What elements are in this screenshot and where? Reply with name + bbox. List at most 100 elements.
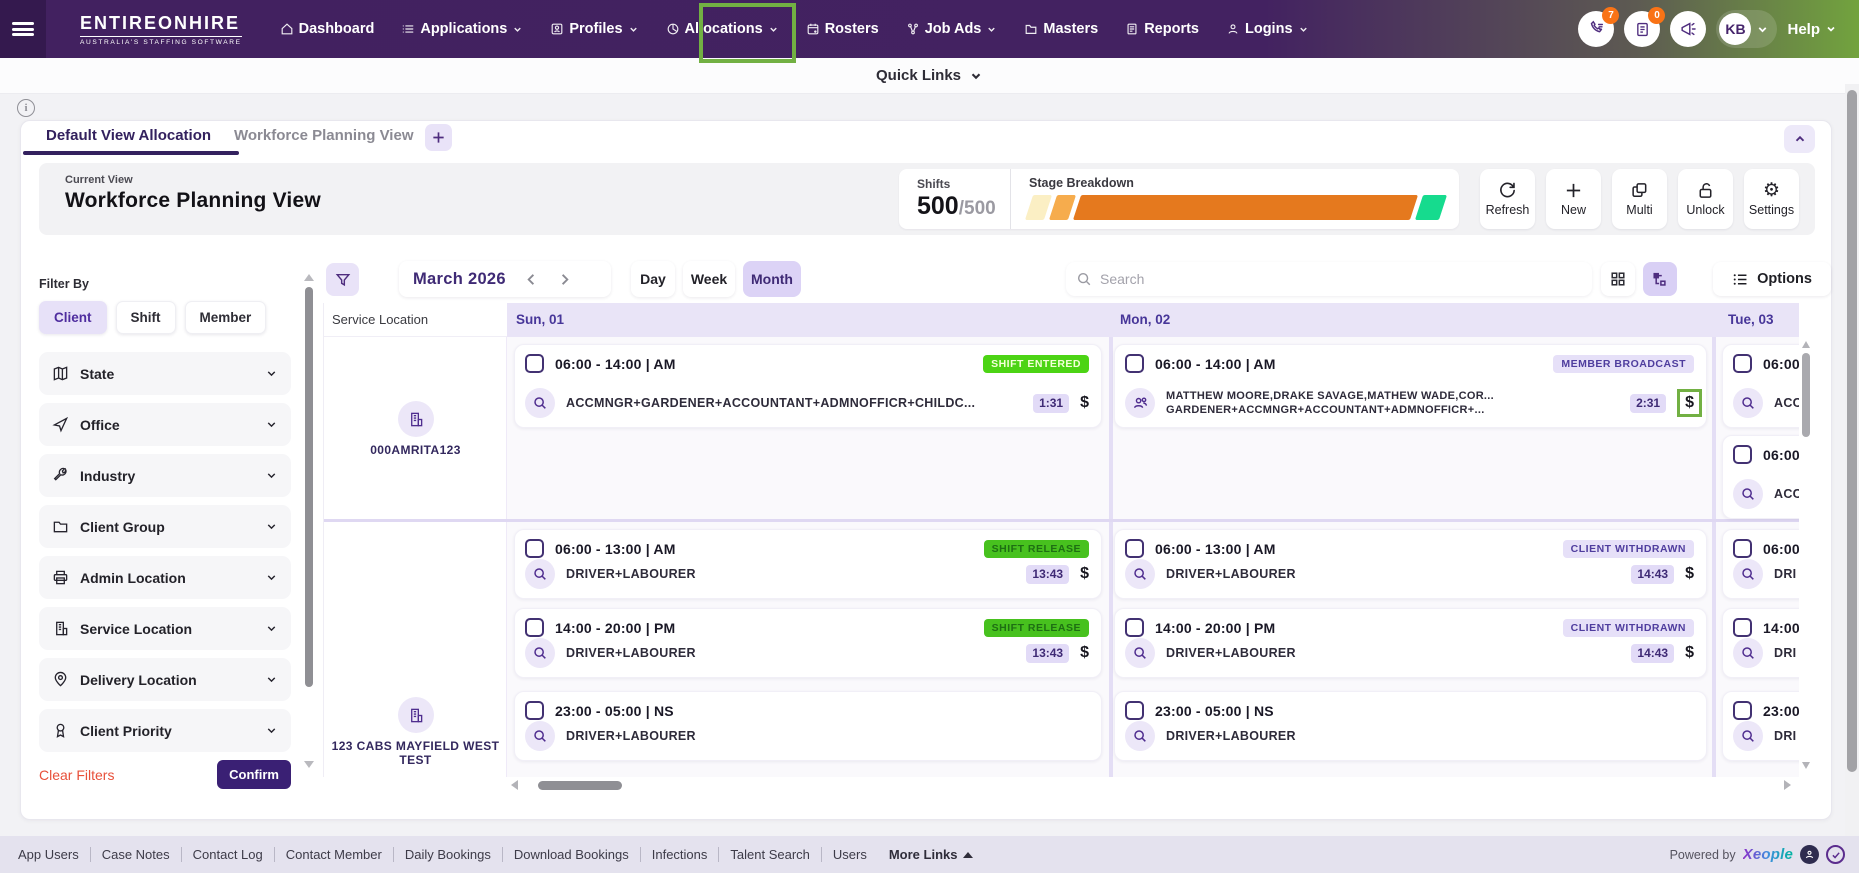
people-icon[interactable]	[1125, 388, 1155, 418]
tab-default-view-allocation[interactable]: Default View Allocation	[46, 127, 211, 144]
shift-checkbox[interactable]	[1733, 618, 1752, 637]
footer-link-users[interactable]: Users	[822, 847, 878, 862]
stage-segment-4[interactable]	[1415, 195, 1447, 220]
collapse-panel-button[interactable]	[1784, 125, 1815, 153]
shift-checkbox[interactable]	[1733, 701, 1752, 720]
shift-card[interactable]: 06:00 - 13:00 | AM CLIENT WITHDRAWN DRIV…	[1114, 529, 1707, 599]
search-input[interactable]	[1100, 271, 1582, 287]
multi-button[interactable]: Multi	[1612, 169, 1667, 229]
grid-vertical-scrollbar[interactable]	[1801, 341, 1812, 769]
sidebar-scrollbar-thumb[interactable]	[305, 287, 313, 687]
add-tab-button[interactable]	[425, 124, 452, 151]
footer-link-case-notes[interactable]: Case Notes	[91, 847, 182, 862]
search-icon[interactable]	[1733, 638, 1763, 668]
page-scrollbar[interactable]	[1845, 84, 1859, 873]
announcements-button[interactable]	[1670, 11, 1706, 47]
service-location-name[interactable]: 123 CABS MAYFIELD WEST TEST	[324, 739, 507, 767]
search-icon[interactable]	[1733, 559, 1763, 589]
shift-checkbox[interactable]	[1125, 618, 1144, 637]
search-icon[interactable]	[1733, 721, 1763, 751]
shift-checkbox[interactable]	[1733, 354, 1752, 373]
day-header-tue[interactable]: Tue, 03	[1728, 312, 1774, 327]
filter-industry[interactable]: Industry	[39, 454, 291, 497]
month-view-button[interactable]: Month	[743, 261, 801, 297]
shift-card[interactable]: 23:00 - 05:00 | NS DRIVER+LABOURER	[1114, 691, 1707, 761]
service-location-row[interactable]: 000AMRITA123	[324, 401, 507, 457]
clear-filters-link[interactable]: Clear Filters	[39, 767, 114, 783]
filter-admin-location[interactable]: Admin Location	[39, 556, 291, 599]
document-notifications-button[interactable]: 0	[1624, 11, 1660, 47]
info-icon[interactable]: i	[17, 99, 35, 117]
shift-checkbox[interactable]	[1125, 701, 1144, 720]
shift-card[interactable]: 06:00 - 13:00 | AM SHIFT RELEASE DRIVER+…	[514, 529, 1102, 599]
shift-checkbox[interactable]	[525, 354, 544, 373]
footer-person-icon[interactable]	[1800, 845, 1819, 864]
shift-checkbox[interactable]	[1733, 445, 1752, 464]
shift-card[interactable]: 06:00 DRI	[1722, 529, 1799, 599]
nav-applications[interactable]: Applications	[401, 21, 523, 37]
stage-segment-3[interactable]	[1073, 195, 1418, 220]
service-location-row[interactable]: 123 CABS MAYFIELD WEST TEST	[324, 697, 507, 767]
user-menu[interactable]: KB	[1716, 10, 1777, 48]
prev-month-button[interactable]	[524, 272, 539, 287]
chip-client[interactable]: Client	[39, 301, 107, 334]
search-icon[interactable]	[1125, 721, 1155, 751]
timeline-view-button[interactable]	[1643, 262, 1677, 296]
nav-profiles[interactable]: Profiles	[550, 21, 638, 37]
shift-card[interactable]: 06:00 ACC	[1722, 344, 1799, 428]
footer-link-talent-search[interactable]: Talent Search	[719, 847, 822, 862]
hamburger-menu-icon[interactable]	[0, 0, 46, 58]
stage-breakdown-bar[interactable]	[1029, 195, 1443, 220]
nav-dashboard[interactable]: Dashboard	[280, 21, 375, 37]
search-icon[interactable]	[525, 559, 555, 589]
dollar-icon[interactable]: $	[1080, 565, 1089, 583]
scroll-left-arrow-icon[interactable]	[511, 780, 518, 790]
scroll-down-arrow-icon[interactable]	[1802, 762, 1810, 769]
sidebar-scrollbar[interactable]	[304, 274, 313, 768]
filter-client-group[interactable]: Client Group	[39, 505, 291, 548]
phone-notifications-button[interactable]: 7	[1578, 11, 1614, 47]
confirm-button[interactable]: Confirm	[217, 760, 291, 789]
search-icon[interactable]	[525, 638, 555, 668]
nav-masters[interactable]: Masters	[1024, 21, 1098, 37]
stage-segment-1[interactable]	[1025, 195, 1052, 220]
nav-logins[interactable]: Logins	[1226, 21, 1309, 37]
footer-link-infections[interactable]: Infections	[641, 847, 720, 862]
shift-checkbox[interactable]	[1125, 354, 1144, 373]
nav-rosters[interactable]: Rosters	[806, 21, 879, 37]
shift-card[interactable]: 23:00 - 05:00 | NS DRIVER+LABOURER	[514, 691, 1102, 761]
shift-card[interactable]: 14:00 DRI	[1722, 608, 1799, 678]
shift-checkbox[interactable]	[525, 618, 544, 637]
new-button[interactable]: New	[1546, 169, 1601, 229]
filter-service-location[interactable]: Service Location	[39, 607, 291, 650]
shift-checkbox[interactable]	[525, 701, 544, 720]
footer-link-contact-member[interactable]: Contact Member	[275, 847, 394, 862]
search-icon[interactable]	[525, 721, 555, 751]
search-icon[interactable]	[1125, 559, 1155, 589]
nav-reports[interactable]: Reports	[1125, 21, 1199, 37]
service-location-name[interactable]: 000AMRITA123	[366, 443, 465, 457]
day-header-sun[interactable]: Sun, 01	[516, 312, 564, 327]
dollar-icon[interactable]: $	[1685, 565, 1694, 583]
dollar-icon[interactable]: $	[1685, 644, 1694, 662]
avatar[interactable]: KB	[1719, 13, 1751, 45]
nav-allocations[interactable]: Allocations	[666, 21, 779, 37]
filter-state[interactable]: State	[39, 352, 291, 395]
chip-shift[interactable]: Shift	[116, 301, 176, 334]
shift-card[interactable]: 14:00 - 20:00 | PM CLIENT WITHDRAWN DRIV…	[1114, 608, 1707, 678]
nav-job-ads[interactable]: Job Ads	[906, 21, 998, 37]
grid-horizontal-scrollbar-thumb[interactable]	[538, 781, 622, 790]
shift-checkbox[interactable]	[1125, 539, 1144, 558]
search-icon[interactable]	[1125, 638, 1155, 668]
options-button[interactable]: Options	[1713, 262, 1831, 296]
shift-card[interactable]: 06:00 ACC	[1722, 435, 1799, 519]
shift-card[interactable]: 06:00 - 14:00 | AM MEMBER BROADCAST MATT…	[1114, 344, 1707, 428]
footer-link-app-users[interactable]: App Users	[18, 847, 91, 862]
dollar-icon[interactable]: $	[1080, 394, 1089, 412]
unlock-button[interactable]: Unlock	[1678, 169, 1733, 229]
footer-link-download-bookings[interactable]: Download Bookings	[503, 847, 641, 862]
app-logo[interactable]: ENTIREONHIRE AUSTRALIA'S STAFFING SOFTWA…	[80, 13, 242, 46]
dollar-icon[interactable]: $	[1685, 394, 1694, 411]
day-view-button[interactable]: Day	[631, 261, 675, 297]
grid-vertical-scrollbar-thumb[interactable]	[1802, 353, 1810, 437]
